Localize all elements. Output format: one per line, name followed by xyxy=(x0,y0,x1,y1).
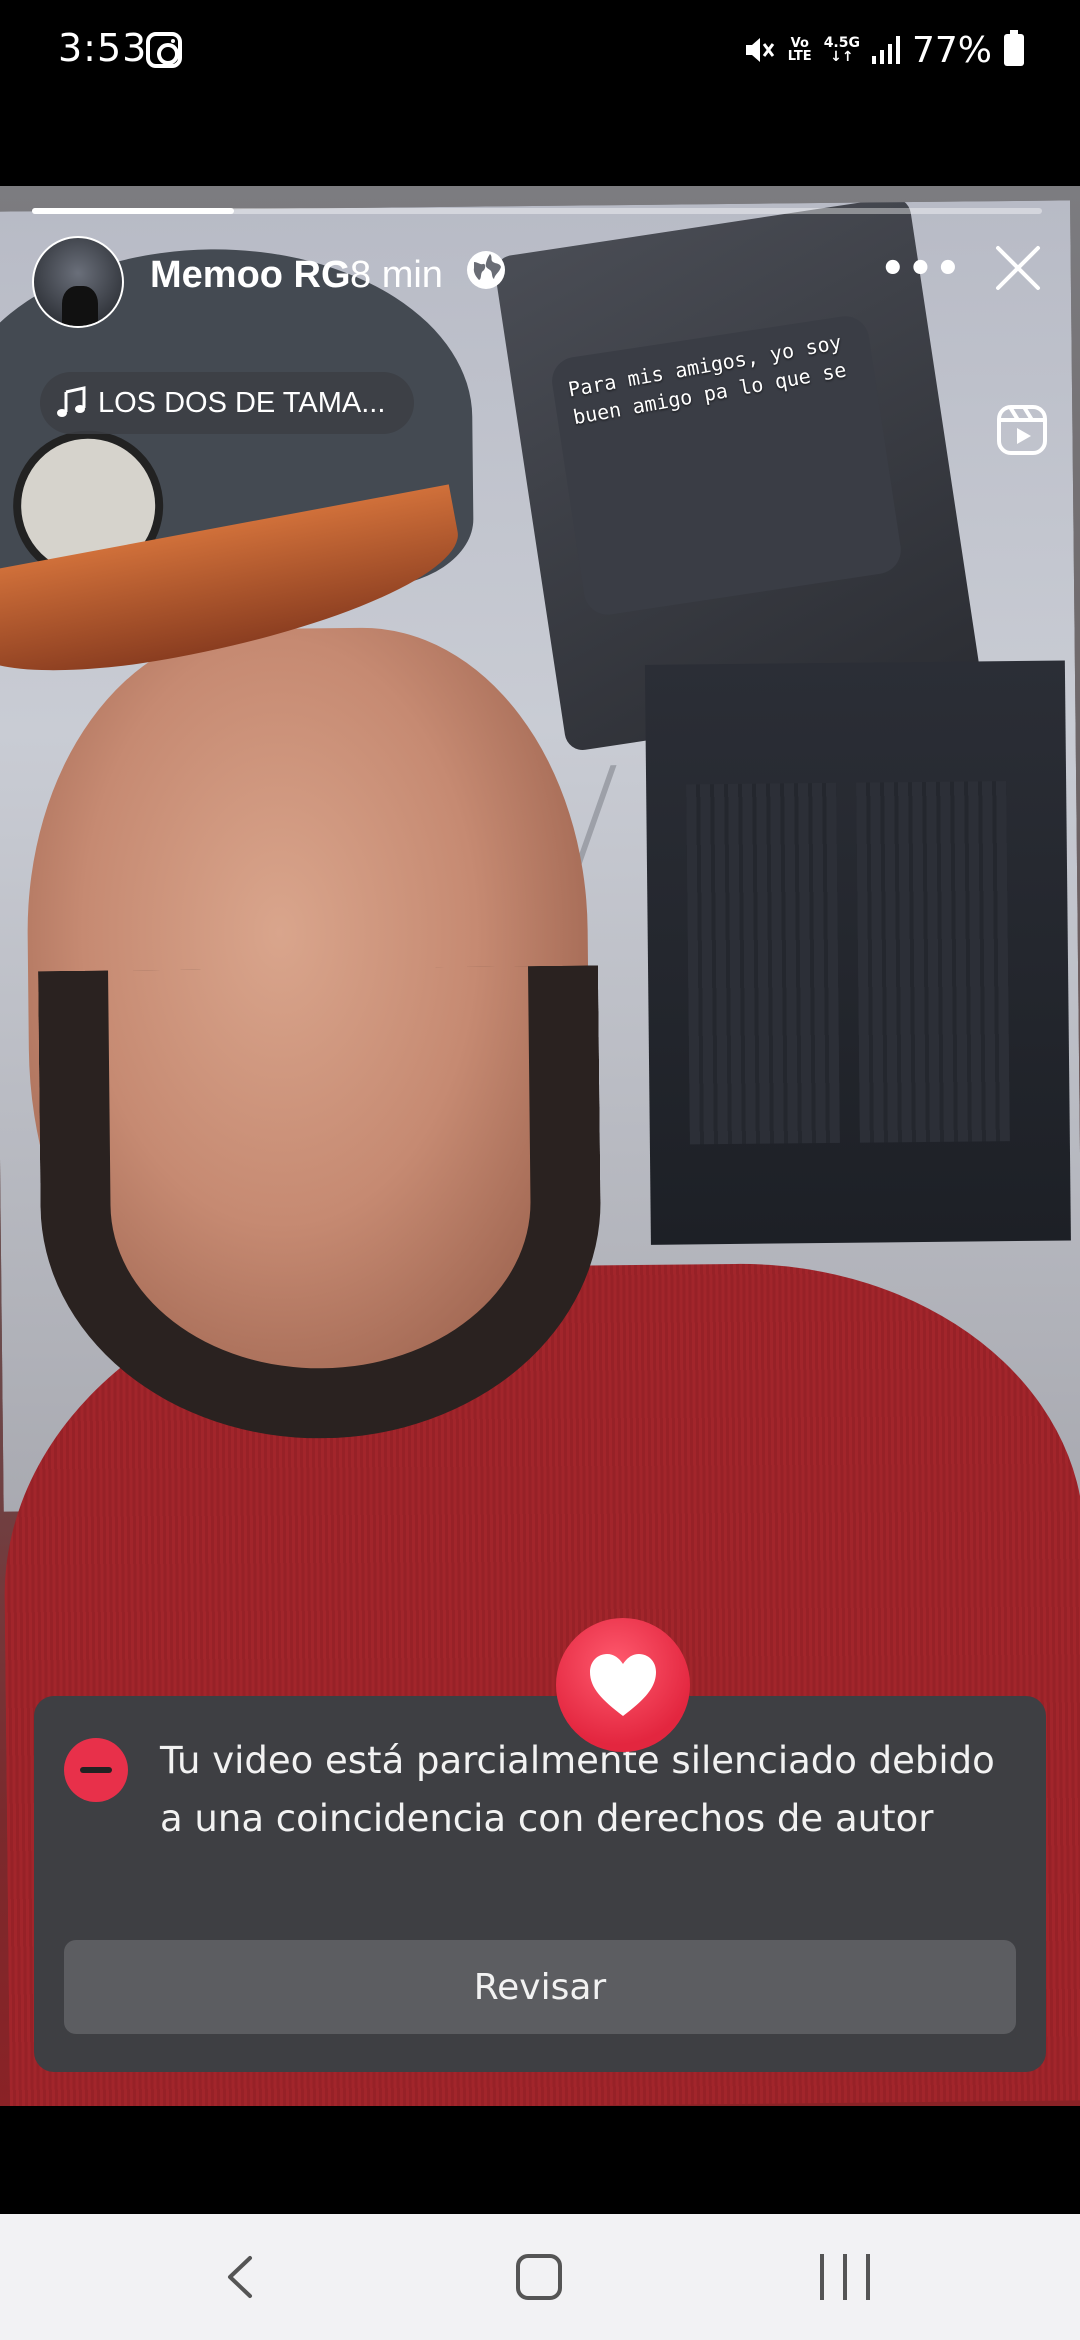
copyright-notice: Tu video está parcialmente silenciado de… xyxy=(34,1696,1046,2072)
notice-message: Tu video está parcialmente silenciado de… xyxy=(160,1739,995,1840)
back-icon[interactable] xyxy=(216,2252,266,2302)
story-progress-bar xyxy=(32,208,1042,214)
recent-apps-icon[interactable] xyxy=(820,2254,870,2300)
user-name[interactable]: Memoo RG xyxy=(150,254,351,297)
status-icons: Vo LTE 4.5G ↓↑ 77% xyxy=(742,28,1024,72)
network-type: 4.5G ↓↑ xyxy=(823,35,860,65)
globe-icon xyxy=(467,251,505,289)
battery-icon xyxy=(1004,30,1024,66)
battery-percent: 77% xyxy=(911,29,992,71)
music-title: LOS DOS DE TAMA... xyxy=(98,386,386,419)
avatar[interactable] xyxy=(32,236,124,328)
heart-reaction-icon[interactable] xyxy=(556,1618,690,1752)
review-button[interactable]: Revisar xyxy=(64,1940,1016,2034)
home-icon[interactable] xyxy=(516,2254,562,2300)
close-icon[interactable] xyxy=(992,242,1044,294)
reels-icon[interactable] xyxy=(996,404,1048,456)
music-note-icon xyxy=(57,386,86,417)
music-sticker[interactable]: LOS DOS DE TAMA... xyxy=(40,372,414,434)
signal-icon xyxy=(871,36,900,64)
story-progress-fill xyxy=(32,208,234,214)
more-options-button[interactable]: ••• xyxy=(880,246,963,292)
status-bar: 3:53 Vo LTE 4.5G ↓↑ 77% xyxy=(0,0,1080,100)
instagram-icon xyxy=(146,32,182,68)
blocked-icon xyxy=(64,1738,128,1802)
volte-icon: Vo LTE xyxy=(787,36,812,64)
story-header: Memoo RG 8 min ••• xyxy=(32,236,1052,328)
status-time: 3:53 xyxy=(58,26,148,70)
system-nav-bar xyxy=(0,2214,1080,2340)
time-ago: 8 min xyxy=(350,254,443,296)
mute-icon xyxy=(745,38,774,62)
